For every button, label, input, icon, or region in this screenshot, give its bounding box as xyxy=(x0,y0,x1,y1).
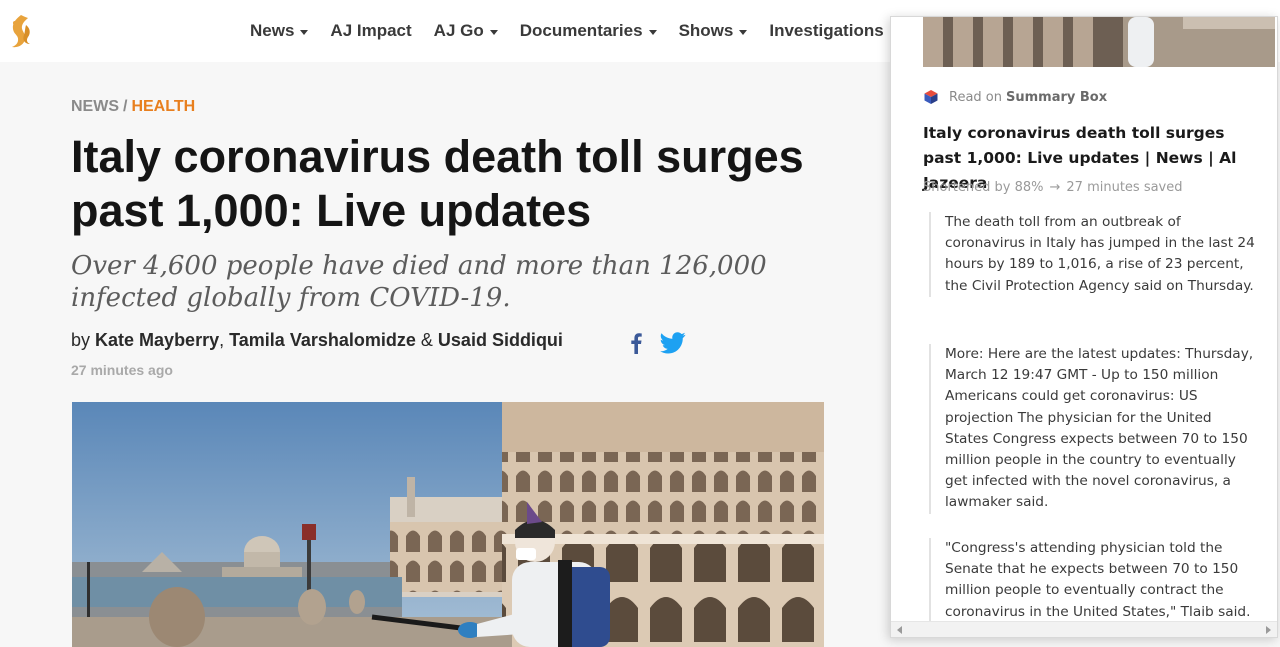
nav-item-aj-go[interactable]: AJ Go xyxy=(434,21,498,41)
shortened-percent: Shortened by 88% xyxy=(923,180,1044,195)
breadcrumb-separator: / xyxy=(123,98,128,115)
author-link[interactable]: Kate Mayberry xyxy=(95,330,219,350)
twitter-icon[interactable] xyxy=(660,330,686,356)
al-jazeera-logo-icon[interactable] xyxy=(6,13,36,49)
horizontal-scrollbar[interactable] xyxy=(891,621,1277,637)
nav-item-label: Documentaries xyxy=(519,21,643,40)
main-nav: News AJ Impact AJ Go Documentaries Shows… xyxy=(250,0,906,62)
summary-box-brand: Summary Box xyxy=(1006,89,1108,105)
author-link[interactable]: Tamila Varshalomidze xyxy=(229,330,416,350)
summary-paragraph: "Congress's attending physician told the… xyxy=(929,538,1259,623)
read-on-summary-box[interactable]: Read on Summary Box xyxy=(923,89,1107,105)
time-saved: 27 minutes saved xyxy=(1066,180,1183,195)
arrow-right-icon: → xyxy=(1049,180,1061,195)
nav-item-investigations[interactable]: Investigations xyxy=(769,21,883,41)
author-link[interactable]: Usaid Siddiqui xyxy=(438,330,563,350)
nav-item-label: News xyxy=(250,21,295,40)
nav-item-label: AJ Impact xyxy=(330,21,412,40)
scroll-left-arrow-icon[interactable] xyxy=(897,626,902,634)
article-subheadline: Over 4,600 people have died and more tha… xyxy=(71,251,767,313)
nav-item-label: Shows xyxy=(678,21,734,40)
nav-item-documentaries[interactable]: Documentaries xyxy=(520,21,657,41)
summary-stats: Shortened by 88% → 27 minutes saved xyxy=(923,180,1183,195)
chevron-down-icon xyxy=(648,29,657,35)
summary-thumbnail xyxy=(923,17,1275,67)
byline: by Kate Mayberry, Tamila Varshalomidze &… xyxy=(71,330,563,351)
scroll-right-arrow-icon[interactable] xyxy=(1266,626,1271,634)
byline-separator: , xyxy=(219,330,225,350)
social-share xyxy=(626,330,686,356)
hero-image xyxy=(72,402,824,647)
chevron-down-icon xyxy=(300,29,309,35)
summary-box-cube-icon xyxy=(924,90,938,104)
nav-item-aj-impact[interactable]: AJ Impact xyxy=(330,21,411,41)
chevron-down-icon xyxy=(489,29,498,35)
breadcrumb-section-link[interactable]: NEWS xyxy=(71,98,119,115)
summary-paragraph: More: Here are the latest updates: Thurs… xyxy=(929,344,1259,514)
facebook-icon[interactable] xyxy=(626,330,646,356)
read-on-prefix: Read on xyxy=(949,89,1002,105)
byline-prefix: by xyxy=(71,330,91,350)
nav-item-news[interactable]: News xyxy=(250,21,309,41)
nav-item-label: AJ Go xyxy=(433,21,484,40)
chevron-down-icon xyxy=(739,29,748,35)
byline-separator: & xyxy=(420,330,433,350)
summary-box-panel: Read on Summary Box Italy coronavirus de… xyxy=(890,16,1278,638)
article-timestamp: 27 minutes ago xyxy=(71,362,173,378)
article-headline: Italy coronavirus death toll surges past… xyxy=(71,131,804,236)
breadcrumb-category-link[interactable]: HEALTH xyxy=(131,98,195,115)
nav-item-label: Investigations xyxy=(769,21,884,40)
nav-item-shows[interactable]: Shows xyxy=(679,21,748,41)
breadcrumb: NEWS / HEALTH xyxy=(71,98,195,116)
summary-paragraph: The death toll from an outbreak of coron… xyxy=(929,212,1259,297)
